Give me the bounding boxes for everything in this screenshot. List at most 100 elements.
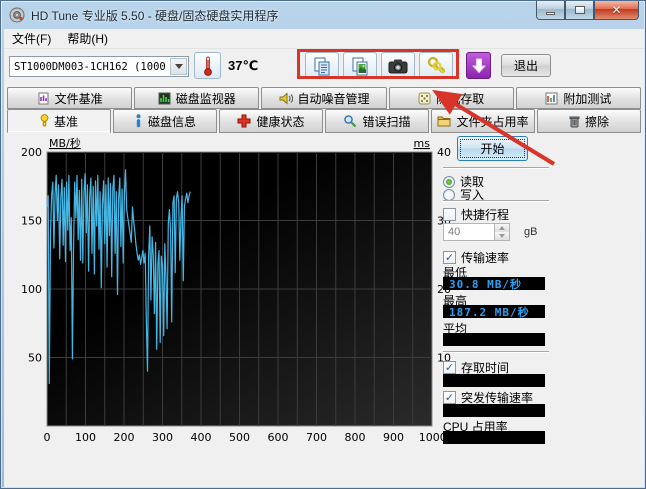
temperature-value: 37℃ [228, 58, 258, 74]
shortstroke-checkbox[interactable] [443, 208, 456, 221]
access-time-checkbox[interactable]: ✓ [443, 361, 456, 374]
tab-label: 擦除 [585, 113, 609, 130]
transfer-rate-checkbox[interactable]: ✓ [443, 251, 456, 264]
menu-help[interactable]: 帮助(H) [59, 28, 116, 49]
start-button-label: 开始 [480, 140, 504, 157]
trash-icon [569, 115, 580, 128]
maximize-button[interactable] [565, 1, 594, 20]
tab-health[interactable]: 健康状态 [219, 109, 323, 133]
dice-icon [418, 92, 431, 105]
max-value: 187.2 MB/秒 [443, 305, 545, 318]
avg-value [443, 333, 545, 346]
start-button[interactable]: 开始 [457, 136, 528, 161]
svg-text:200: 200 [114, 431, 135, 444]
burst-rate-checkbox[interactable]: ✓ [443, 391, 456, 404]
health-cross-icon [237, 114, 251, 128]
svg-text:700: 700 [306, 431, 327, 444]
speaker-icon [279, 92, 293, 105]
update-button[interactable] [466, 52, 491, 79]
svg-text:300: 300 [152, 431, 173, 444]
info-icon [134, 114, 143, 128]
tab-benchmark[interactable]: 基准 [7, 109, 111, 133]
tab-label: 文件基准 [55, 90, 103, 107]
app-window: HD Tune 专业版 5.50 - 硬盘/固态硬盘实用程序 ✕ 文件(F) 帮… [0, 0, 646, 489]
write-radio[interactable] [443, 189, 455, 201]
svg-text:500: 500 [229, 431, 250, 444]
extra-tests-icon [545, 92, 558, 105]
tab-folder-usage[interactable]: 文件夹占用率 [431, 109, 535, 133]
separator [443, 200, 549, 202]
tab-extra-tests[interactable]: 附加测试 [516, 87, 641, 109]
min-value: 30.8 MB/秒 [443, 277, 545, 290]
drive-select-value: ST1000DM003-1CH162 (1000 gB) [10, 61, 170, 73]
benchmark-bulb-icon [40, 114, 49, 128]
tab-label: 基准 [54, 113, 78, 130]
tab-acoustic-management[interactable]: 自动噪音管理 [261, 87, 386, 109]
chevron-down-icon [175, 64, 183, 69]
transfer-rate-label: 传输速率 [461, 249, 509, 266]
window-title: HD Tune 专业版 5.50 - 硬盘/固态硬盘实用程序 [31, 7, 278, 24]
capacity-spinner[interactable]: 40 gB [443, 223, 537, 241]
tab-strip-secondary: 文件基准 磁盘监视器 自动噪音管理 随机存取 附加测试 [4, 87, 644, 109]
benchmark-controls: 开始 读取 写入 快捷行程 40 [437, 133, 557, 487]
tab-error-scan[interactable]: 错误扫描 [325, 109, 429, 133]
minimize-button[interactable] [536, 1, 565, 20]
tab-disk-info[interactable]: 磁盘信息 [113, 109, 217, 133]
svg-text:200: 200 [21, 146, 42, 159]
temperature-button[interactable] [194, 52, 221, 79]
tab-strip-primary: 基准 磁盘信息 健康状态 错误扫描 文件夹占用率 擦除 [4, 109, 644, 133]
hdtune-logo-icon [9, 7, 25, 23]
tab-erase[interactable]: 擦除 [537, 109, 641, 133]
svg-text:MB/秒: MB/秒 [49, 136, 81, 150]
spinner-down-icon [499, 234, 505, 238]
folder-icon [437, 115, 451, 127]
title-bar[interactable]: HD Tune 专业版 5.50 - 硬盘/固态硬盘实用程序 ✕ [1, 1, 645, 29]
tab-disk-monitor[interactable]: 磁盘监视器 [134, 87, 259, 109]
capacity-unit-label: gB [524, 226, 537, 238]
drive-select-dropdown-button[interactable] [170, 58, 187, 75]
svg-text:100: 100 [75, 431, 96, 444]
disk-monitor-icon [158, 92, 171, 105]
svg-text:ms: ms [414, 137, 431, 150]
spinner-up-icon [499, 226, 505, 230]
spinner-up-button[interactable] [495, 224, 509, 232]
benchmark-panel: MB/秒ms2001501005040302010010020030040050… [4, 133, 644, 487]
access-time-value [443, 374, 545, 387]
close-button[interactable]: ✕ [594, 1, 639, 20]
svg-text:100: 100 [21, 283, 42, 296]
exit-button-label: 退出 [514, 57, 538, 74]
capacity-input[interactable]: 40 [443, 223, 495, 241]
benchmark-chart: MB/秒ms2001501005040302010010020030040050… [4, 133, 454, 453]
exit-button[interactable]: 退出 [501, 54, 551, 77]
shortstroke-option[interactable]: 快捷行程 [443, 206, 509, 223]
minimize-icon [546, 12, 555, 15]
tab-label: 随机存取 [436, 90, 484, 107]
svg-text:900: 900 [383, 431, 404, 444]
burst-rate-value [443, 404, 545, 417]
svg-text:600: 600 [268, 431, 289, 444]
spinner-down-button[interactable] [495, 232, 509, 240]
separator [443, 351, 549, 353]
tab-label: 磁盘信息 [148, 113, 196, 130]
update-download-icon [472, 58, 486, 74]
shortstroke-label: 快捷行程 [461, 206, 509, 223]
tab-label: 自动噪音管理 [298, 90, 370, 107]
drive-select[interactable]: ST1000DM003-1CH162 (1000 gB) [9, 56, 189, 77]
annotation-red-box [297, 49, 459, 79]
tab-label: 文件夹占用率 [456, 113, 528, 130]
svg-text:0: 0 [44, 431, 51, 444]
file-benchmark-icon [37, 92, 50, 105]
menu-bar: 文件(F) 帮助(H) [4, 29, 644, 49]
svg-text:800: 800 [345, 431, 366, 444]
separator [443, 167, 549, 169]
cpu-usage-value [443, 431, 545, 444]
tab-label: 错误扫描 [362, 113, 410, 130]
tab-random-access[interactable]: 随机存取 [389, 87, 514, 109]
tab-label: 附加测试 [563, 90, 611, 107]
thermometer-icon [203, 56, 213, 76]
menu-file[interactable]: 文件(F) [4, 28, 59, 49]
svg-text:50: 50 [28, 352, 42, 365]
tab-label: 健康状态 [256, 113, 304, 130]
tab-file-benchmark[interactable]: 文件基准 [7, 87, 132, 109]
magnifier-icon [343, 114, 357, 128]
